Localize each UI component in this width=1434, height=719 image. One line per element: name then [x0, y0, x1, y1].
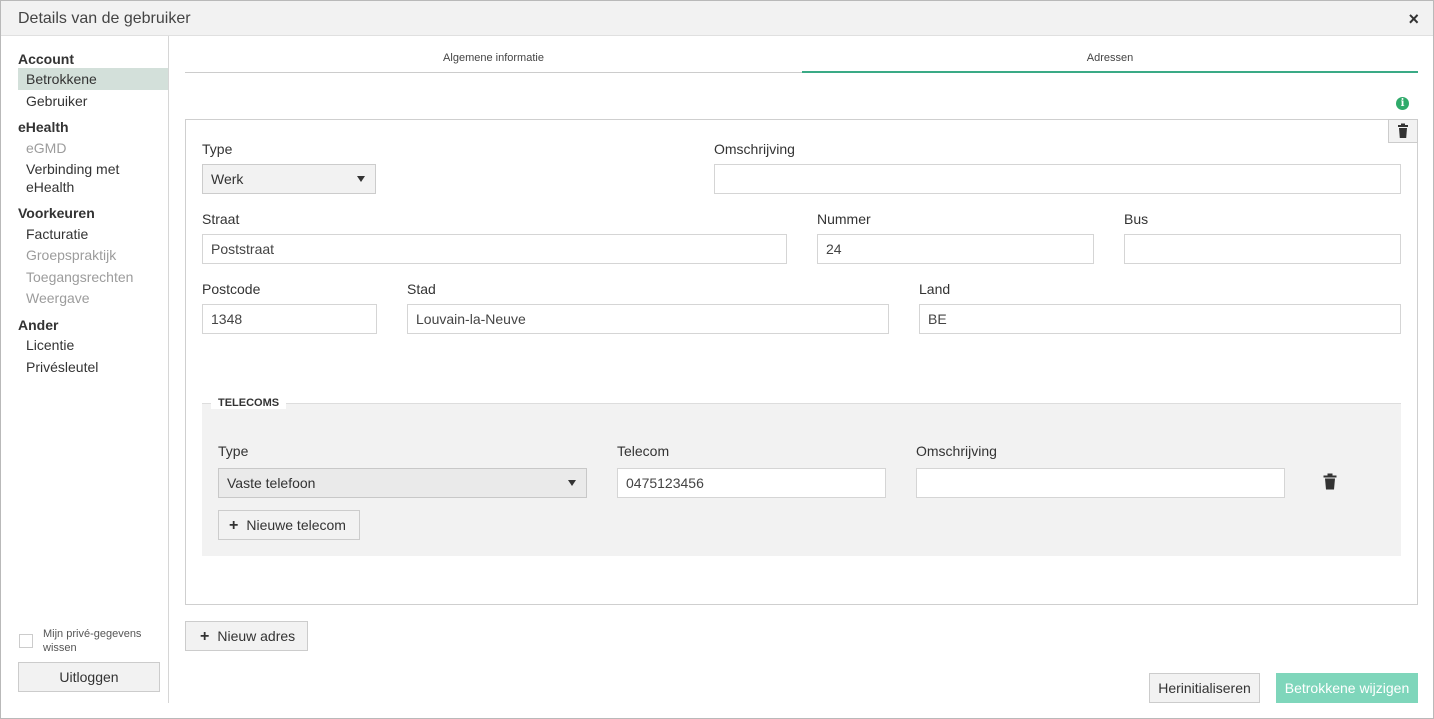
telecom-type-label: Type	[218, 443, 249, 459]
chevron-down-icon	[357, 176, 365, 182]
address-land-input[interactable]: BE	[919, 304, 1401, 334]
chevron-down-icon	[568, 480, 576, 486]
save-person-button[interactable]: Betrokkene wijzigen	[1276, 673, 1418, 703]
address-type-value: Werk	[211, 171, 244, 187]
address-postcode-label: Postcode	[202, 281, 261, 297]
telecoms-legend: TELECOMS	[211, 397, 287, 409]
address-nummer-label: Nummer	[817, 211, 871, 227]
privacy-wipe-checkbox[interactable]	[19, 634, 33, 648]
logout-button[interactable]: Uitloggen	[18, 662, 160, 692]
address-straat-label: Straat	[202, 211, 240, 227]
delete-address-button[interactable]	[1388, 119, 1418, 143]
info-icon[interactable]: i	[1396, 97, 1409, 110]
sidebar-item-privesleutel[interactable]: Privésleutel	[18, 358, 168, 376]
new-telecom-button[interactable]: + Nieuwe telecom	[218, 510, 360, 540]
telecom-type-value: Vaste telefoon	[227, 475, 316, 491]
address-type-select[interactable]: Werk	[202, 164, 376, 194]
sidebar-item-verbinding-ehealth[interactable]: Verbinding met eHealth	[18, 160, 128, 196]
address-straat-input[interactable]: Poststraat	[202, 234, 787, 264]
sidebar-item-betrokkene[interactable]: Betrokkene	[18, 68, 168, 90]
new-telecom-label: Nieuwe telecom	[246, 517, 346, 533]
user-details-dialog: Details van de gebruiker × Account Betro…	[0, 0, 1434, 719]
dialog-title: Details van de gebruiker	[18, 10, 191, 27]
dialog-titlebar: Details van de gebruiker ×	[1, 1, 1433, 36]
telecom-omschrijving-input[interactable]	[916, 468, 1285, 498]
sidebar-section-ehealth: eHealth	[18, 119, 69, 135]
address-omschrijving-label: Omschrijving	[714, 141, 795, 157]
address-postcode-input[interactable]: 1348	[202, 304, 377, 334]
new-address-label: Nieuw adres	[217, 628, 296, 644]
address-bus-label: Bus	[1124, 211, 1149, 227]
sidebar-section-account: Account	[18, 51, 74, 67]
telecom-number-input[interactable]: 0475123456	[617, 468, 886, 498]
sidebar-section-voorkeuren: Voorkeuren	[18, 205, 95, 221]
privacy-wipe-label: Mijn privé-gegevens wissen	[43, 628, 142, 654]
address-nummer-input[interactable]: 24	[817, 234, 1094, 264]
plus-icon: +	[229, 517, 239, 534]
sidebar-item-egmd[interactable]: eGMD	[18, 139, 168, 157]
address-omschrijving-input[interactable]	[714, 164, 1401, 194]
reset-button[interactable]: Herinitialiseren	[1149, 673, 1260, 703]
telecom-type-select[interactable]: Vaste telefoon	[218, 468, 587, 498]
plus-icon: +	[200, 628, 210, 645]
address-type-label: Type	[202, 141, 233, 157]
close-icon[interactable]: ×	[1408, 9, 1419, 30]
sidebar-item-weergave[interactable]: Weergave	[18, 289, 168, 307]
new-address-button[interactable]: + Nieuw adres	[185, 621, 308, 651]
address-stad-label: Stad	[407, 281, 436, 297]
sidebar-section-ander: Ander	[18, 317, 59, 333]
tab-algemene-informatie[interactable]: Algemene informatie	[185, 49, 802, 73]
sidebar-item-gebruiker[interactable]: Gebruiker	[18, 92, 168, 110]
sidebar-item-licentie[interactable]: Licentie	[18, 336, 168, 354]
sidebar-item-facturatie[interactable]: Facturatie	[18, 225, 168, 243]
tab-adressen[interactable]: Adressen	[802, 49, 1418, 73]
trash-icon[interactable]	[1322, 473, 1338, 491]
sidebar-item-groepspraktijk[interactable]: Groepspraktijk	[18, 246, 168, 264]
telecom-number-label: Telecom	[617, 443, 670, 459]
address-stad-input[interactable]: Louvain-la-Neuve	[407, 304, 889, 334]
address-bus-input[interactable]	[1124, 234, 1401, 264]
tab-bar: Algemene informatie Adressen	[185, 49, 1418, 73]
address-land-label: Land	[919, 281, 951, 297]
telecom-omschrijving-label: Omschrijving	[916, 443, 997, 459]
trash-icon	[1398, 123, 1408, 138]
sidebar-item-toegangsrechten[interactable]: Toegangsrechten	[18, 268, 168, 286]
